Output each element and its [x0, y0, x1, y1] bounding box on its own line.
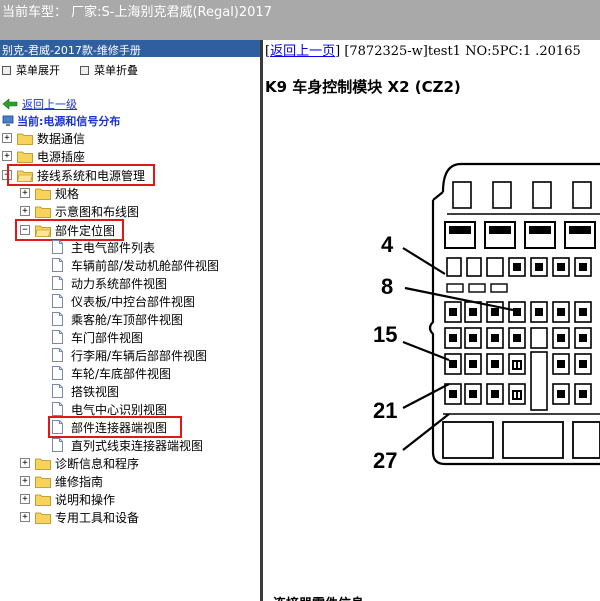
- expand-plus-icon[interactable]: +: [20, 512, 30, 522]
- collapse-icon: [80, 65, 89, 75]
- expand-plus-icon[interactable]: +: [20, 476, 30, 486]
- document-icon: [52, 330, 63, 344]
- manual-title: 别克-君威-2017款-维修手册: [2, 44, 141, 57]
- tree-item-repair[interactable]: + 维修指南: [20, 472, 103, 490]
- tree-item-data-comm[interactable]: + 数据通信: [2, 129, 85, 147]
- document-nav-line: [返回上一页] [7872325-w]test1 NO:5PC:1 .20165: [265, 44, 581, 59]
- expand-menu-button[interactable]: 菜单展开: [2, 62, 60, 78]
- tree-item-trunk-view[interactable]: 行李厢/车辆后部部件视图: [52, 346, 207, 364]
- tree-item-tools[interactable]: + 专用工具和设备: [20, 508, 139, 526]
- tree-item-label: 仪表板/中控台部件视图: [71, 294, 196, 309]
- content-pane: [返回上一页] [7872325-w]test1 NO:5PC:1 .20165…: [263, 40, 600, 601]
- document-icon: [52, 402, 63, 416]
- tree-item-label: 动力系统部件视图: [71, 276, 168, 291]
- manual-header: 别克-君威-2017款-维修手册: [0, 40, 260, 57]
- highlight-box: [48, 416, 182, 438]
- tree-item-door-view[interactable]: 车门部件视图: [52, 328, 143, 346]
- document-icon: [52, 348, 63, 362]
- tree-item-powertrain-view[interactable]: 动力系统部件视图: [52, 274, 167, 292]
- document-icon: [52, 312, 63, 326]
- document-icon: [52, 294, 63, 308]
- tree-item-inline-end[interactable]: 直列式线束连接器端视图: [52, 436, 203, 454]
- collapse-menu-button[interactable]: 菜单折叠: [80, 62, 138, 78]
- tree-item-label: 车辆前部/发动机舱部件视图: [71, 258, 220, 273]
- expand-plus-icon[interactable]: +: [20, 458, 30, 468]
- tree-item-label: 车门部件视图: [71, 330, 144, 345]
- menu-toolbar: 菜单展开 菜单折叠: [0, 60, 260, 78]
- pin-label-27: 27: [373, 448, 397, 473]
- tree-item-label: 说明和操作: [55, 492, 116, 507]
- pin-label-15: 15: [373, 322, 397, 347]
- highlight-box: [7, 164, 155, 186]
- tree-item-front-view[interactable]: 车辆前部/发动机舱部件视图: [52, 256, 219, 274]
- current-location-label: 当前:电源和信号分布: [17, 115, 121, 128]
- tree-item-label: 直列式线束连接器端视图: [71, 438, 204, 453]
- document-icon: [52, 258, 63, 272]
- back-arrow-icon: [2, 98, 18, 110]
- document-icon: [52, 240, 63, 254]
- back-page-link[interactable]: 返回上一页: [270, 44, 335, 59]
- document-reference: [7872325-w]test1 NO:5PC:1 .20165: [344, 44, 581, 59]
- tree-item-cabin-view[interactable]: 乘客舱/车顶部件视图: [52, 310, 183, 328]
- tree-item-ground-view[interactable]: 搭铁视图: [52, 382, 119, 400]
- tree-item-label: 示意图和布线图: [55, 204, 140, 219]
- tree-item-label: 专用工具和设备: [55, 510, 140, 525]
- tree-item-label: 电源插座: [37, 149, 86, 164]
- folder-icon: [35, 476, 51, 488]
- expand-plus-icon[interactable]: +: [2, 151, 12, 161]
- collapse-menu-label: 菜单折叠: [94, 64, 138, 77]
- document-icon: [52, 438, 63, 452]
- tree-item-label: 规格: [55, 186, 80, 201]
- connector-info-heading: 连接器零件信息: [273, 593, 364, 601]
- folder-icon: [35, 206, 51, 218]
- expand-plus-icon[interactable]: +: [20, 188, 30, 198]
- tree-item-label: 乘客舱/车顶部件视图: [71, 312, 184, 327]
- tree-item-schematics[interactable]: + 示意图和布线图: [20, 202, 139, 220]
- tree-item-label: 电气中心识别视图: [71, 402, 168, 417]
- computer-icon: [2, 115, 14, 126]
- document-icon: [52, 366, 63, 380]
- tree-item-label: 数据通信: [37, 131, 86, 146]
- tree-item-ip-view[interactable]: 仪表板/中控台部件视图: [52, 292, 195, 310]
- tree-item-main-parts[interactable]: 主电气部件列表: [52, 238, 155, 256]
- tree-item-specs[interactable]: + 规格: [20, 184, 79, 202]
- tree-item-label: 搭铁视图: [71, 384, 120, 399]
- expand-icon: [2, 65, 11, 75]
- tree-item-power-outlet[interactable]: + 电源插座: [2, 147, 85, 165]
- tree-item-label: 主电气部件列表: [71, 240, 156, 255]
- tree-item-label: 车轮/车底部件视图: [71, 366, 172, 381]
- expand-menu-label: 菜单展开: [16, 64, 60, 77]
- folder-icon: [35, 188, 51, 200]
- tree-item-wheel-view[interactable]: 车轮/车底部件视图: [52, 364, 171, 382]
- tree-item-description[interactable]: + 说明和操作: [20, 490, 115, 508]
- up-level-label: 返回上一级: [22, 98, 77, 111]
- title-bar: 当前车型： 厂家:S-上海别克君威(Regal)2017: [0, 0, 600, 40]
- navigation-pane: 别克-君威-2017款-维修手册 菜单展开 菜单折叠 返回上一级 当前:电源和信…: [0, 40, 260, 601]
- tree-item-label: 诊断信息和程序: [55, 456, 140, 471]
- tree-item-label: 维修指南: [55, 474, 104, 489]
- document-icon: [52, 384, 63, 398]
- connector-diagram: 4 8 15 21 27: [373, 162, 600, 473]
- expand-plus-icon[interactable]: +: [20, 494, 30, 504]
- tree-item-label: 行李厢/车辆后部部件视图: [71, 348, 208, 363]
- expand-plus-icon[interactable]: +: [20, 206, 30, 216]
- pin-label-21: 21: [373, 398, 397, 423]
- pin-label-8: 8: [381, 274, 393, 299]
- pin-label-4: 4: [381, 232, 394, 257]
- current-location: 当前:电源和信号分布: [2, 113, 120, 129]
- document-icon: [52, 276, 63, 290]
- folder-icon: [35, 458, 51, 470]
- folder-icon: [35, 512, 51, 524]
- tree-item-diag[interactable]: + 诊断信息和程序: [20, 454, 139, 472]
- page-title: K9 车身控制模块 X2 (CZ2): [265, 78, 461, 96]
- folder-icon: [17, 133, 33, 145]
- current-vehicle-label: 当前车型： 厂家:S-上海别克君威(Regal)2017: [2, 5, 272, 20]
- expand-plus-icon[interactable]: +: [2, 133, 12, 143]
- folder-icon: [17, 151, 33, 163]
- folder-icon: [35, 494, 51, 506]
- up-level-link[interactable]: 返回上一级: [2, 96, 77, 112]
